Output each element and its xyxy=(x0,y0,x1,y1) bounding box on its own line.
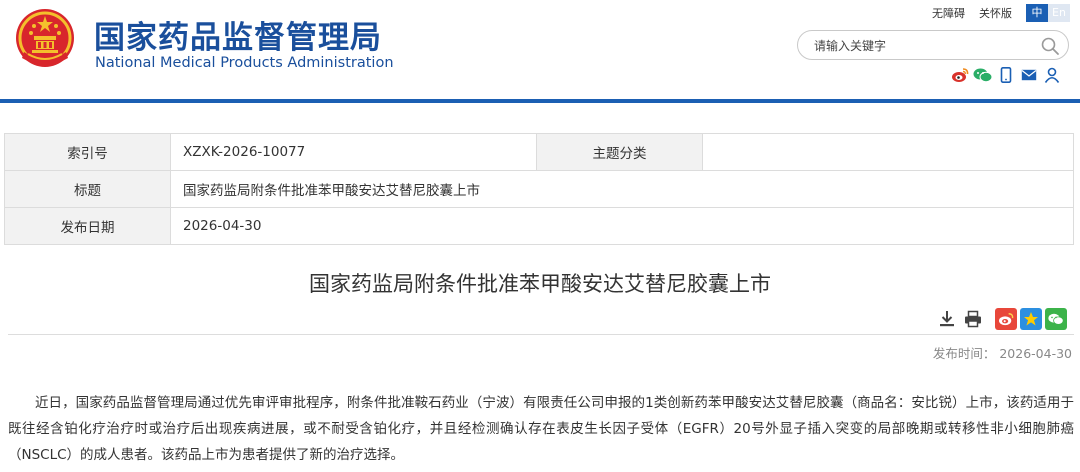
date-label: 发布日期 xyxy=(4,207,171,245)
download-icon[interactable] xyxy=(936,308,958,330)
site-header: 国家药品监督管理局 National Medical Products Admi… xyxy=(0,0,1080,100)
search-input[interactable] xyxy=(814,36,1034,56)
table-row: 发布日期 2026-04-30 xyxy=(4,207,1074,245)
print-icon[interactable] xyxy=(962,308,984,330)
info-table: 索引号 XZXK-2026-10077 主题分类 标题 国家药监局附条件批准苯甲… xyxy=(4,133,1074,245)
category-value xyxy=(702,133,1074,171)
article-tools xyxy=(936,308,1067,330)
article-body: 近日，国家药品监督管理局通过优先审评审批程序，附条件批准鞍石药业（宁波）有限责任… xyxy=(8,395,1074,463)
accessibility-link[interactable]: 无障碍 xyxy=(932,5,965,21)
qzone-share-icon[interactable] xyxy=(1020,308,1042,330)
national-emblem-icon xyxy=(16,9,74,67)
site-title[interactable]: 国家药品监督管理局 xyxy=(94,12,382,57)
social-links xyxy=(950,66,1065,84)
publish-time: 发布时间： 2026-04-30 xyxy=(929,343,1072,362)
search-box xyxy=(797,30,1069,60)
mobile-icon[interactable] xyxy=(996,66,1016,84)
category-label: 主题分类 xyxy=(536,133,703,171)
weibo-share-icon[interactable] xyxy=(995,308,1017,330)
article-divider xyxy=(8,334,1074,335)
header-divider xyxy=(0,99,1080,103)
care-mode-link[interactable]: 关怀版 xyxy=(979,5,1012,21)
mail-icon[interactable] xyxy=(1019,66,1039,84)
index-value: XZXK-2026-10077 xyxy=(170,133,537,171)
weibo-icon[interactable] xyxy=(950,66,970,84)
lang-chinese-button[interactable]: 中 xyxy=(1026,4,1048,22)
lang-english-button[interactable]: En xyxy=(1048,4,1070,22)
wechat-icon[interactable] xyxy=(973,66,993,84)
publish-time-value: 2026-04-30 xyxy=(999,346,1072,361)
table-row: 标题 国家药监局附条件批准苯甲酸安达艾替尼胶囊上市 xyxy=(4,170,1074,208)
site-subtitle: National Medical Products Administration xyxy=(95,55,394,71)
table-row: 索引号 XZXK-2026-10077 主题分类 xyxy=(4,133,1074,171)
language-switcher: 中 En xyxy=(1026,4,1070,22)
title-value: 国家药监局附条件批准苯甲酸安达艾替尼胶囊上市 xyxy=(170,170,1074,208)
top-toolbar: 无障碍 关怀版 中 En xyxy=(932,4,1080,22)
publish-time-label: 发布时间： xyxy=(932,346,996,361)
article-title: 国家药监局附条件批准苯甲酸安达艾替尼胶囊上市 xyxy=(309,272,771,296)
user-icon[interactable] xyxy=(1042,66,1062,84)
wechat-share-icon[interactable] xyxy=(1045,308,1067,330)
date-value: 2026-04-30 xyxy=(170,207,1074,245)
title-label: 标题 xyxy=(4,170,171,208)
search-icon[interactable] xyxy=(1040,36,1060,56)
index-label: 索引号 xyxy=(4,133,171,171)
